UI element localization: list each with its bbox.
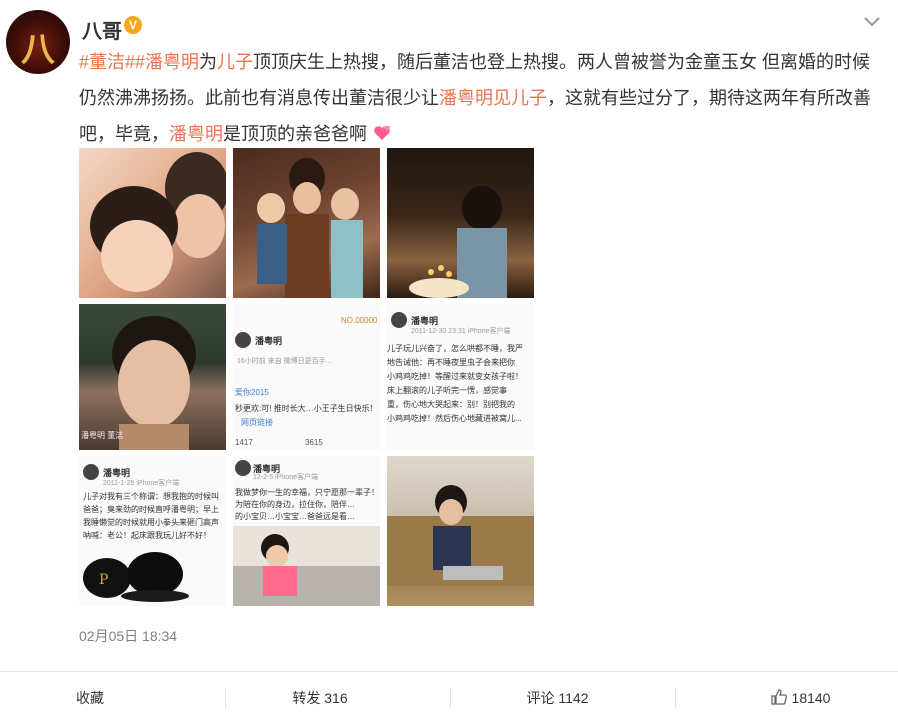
mini-avatar — [83, 464, 99, 480]
like-count: 18140 — [791, 690, 831, 706]
svg-text:P: P — [99, 572, 108, 588]
mini-avatar — [391, 312, 407, 328]
username[interactable]: 八哥 — [82, 15, 122, 44]
screenshot-repost-count: 1417 — [235, 438, 253, 447]
hashtag-link[interactable]: #潘粤明 — [135, 52, 199, 72]
action-separator — [450, 688, 451, 708]
screenshot-number: NO.00000 — [341, 316, 378, 325]
user-avatar[interactable]: 八 — [6, 10, 70, 74]
avatar-glyph: 八 — [21, 30, 55, 70]
screenshot-line: 小鸡鸡吃掉！然后伤心地藏进被窝儿... — [387, 414, 522, 423]
screenshot-line: 床上翻滚的儿子听完一愣，感觉事 — [387, 386, 507, 395]
caps-image: P — [83, 552, 189, 602]
photo-art — [409, 186, 507, 298]
post-timestamp[interactable]: 02月05日 18:34 — [79, 626, 177, 646]
toddler-image — [233, 526, 380, 606]
screenshot-meta: 16小时前 来自 微博日更百手... — [237, 358, 332, 365]
favorite-button[interactable]: 收藏 — [0, 678, 180, 718]
screenshot-username: 潘粤明 — [255, 336, 283, 346]
photo-art — [387, 485, 534, 586]
action-separator — [225, 688, 226, 708]
mini-avatar — [235, 332, 251, 348]
screenshot-meta: 2011-1-25 iPhone客户端 — [103, 480, 180, 487]
photo-boy-portrait[interactable]: 潘粤明 董洁 — [79, 304, 226, 450]
hashtag-link[interactable]: #董洁# — [79, 52, 135, 72]
photo-boy-on-sofa[interactable] — [387, 456, 534, 606]
screenshot-line: 地告诫他：再不睡夜里虫子会来把你 — [387, 358, 515, 367]
keyword-link[interactable]: 儿子 — [217, 52, 253, 72]
repost-button[interactable]: 转发 316 — [230, 678, 410, 718]
chevron-down-icon[interactable] — [862, 14, 882, 30]
action-separator — [675, 688, 676, 708]
screenshot-line: 秒更欢:可! 推时长大…小王子生日快乐！ — [235, 404, 378, 413]
screenshot-meta: 2011-12-30 23:31 iPhone客户端 — [411, 328, 511, 335]
comment-button[interactable]: 评论 1142 — [455, 678, 660, 718]
photo-birthday-cake[interactable] — [387, 148, 534, 298]
screenshot-line: 网页链接 — [241, 418, 273, 427]
screenshot-meta: 12-2-5 iPhone客户端 — [253, 474, 318, 481]
screenshot-line: 爱你2015 — [235, 388, 269, 397]
photo-weibo-screenshot-3[interactable]: 潘粤明 2011-1-25 iPhone客户端 儿子对我有三个称谓：想我抱的时候… — [79, 456, 226, 606]
screenshot-line: 儿子对我有三个称谓：想我抱的时候叫 — [83, 492, 219, 501]
mini-avatar — [235, 460, 251, 476]
screenshot-line: 重，伤心地大哭起来：别！别把我的 — [387, 400, 515, 409]
screenshot-line: 我睡懒觉的时候就用小拳头来砸门高声 — [83, 518, 219, 527]
photo-weibo-screenshot-2[interactable]: 潘粤明 2011-12-30 23:31 iPhone客户端 儿子玩儿兴奋了，怎… — [387, 304, 534, 450]
screenshot-line: 呐喊：老公！起床跟我玩儿好不好！ — [83, 531, 211, 540]
screenshot-line: 小鸡鸡吃掉！等醒过来就变女孩子啦！ — [387, 372, 523, 381]
like-button[interactable]: 18140 — [740, 678, 860, 718]
thumbs-up-icon — [770, 689, 787, 705]
keyword-link[interactable]: 潘粤明见儿子 — [439, 88, 547, 108]
photo-caption: 潘粤明 董洁 — [81, 431, 124, 440]
photo-art — [112, 316, 196, 450]
photo-art — [257, 158, 363, 298]
screenshot-comment-count: 3615 — [305, 438, 323, 447]
photo-art — [90, 152, 226, 292]
photo-weibo-screenshot-4[interactable]: 潘粤明 12-2-5 iPhone客户端 我做梦你一生的幸福，只宁愿那一辈子！ … — [233, 456, 380, 606]
photo-mother-son[interactable] — [79, 148, 226, 298]
screenshot-line: 的小宝贝…小宝宝…爸爸远是看… — [235, 512, 355, 521]
hearts-emoji-icon — [374, 125, 391, 140]
verified-badge-icon: V — [124, 16, 142, 34]
photo-weibo-screenshot-1[interactable]: NO.00000 潘粤明 16小时前 来自 微博日更百手... 爱你2015 秒… — [233, 304, 380, 450]
photo-family-costume[interactable] — [233, 148, 380, 298]
screenshot-line: 爸爸；臭来劲的时候直呼潘粤明；早上 — [83, 505, 219, 514]
keyword-link[interactable]: 潘粤明 — [169, 124, 223, 144]
post-text: #董洁##潘粤明为儿子顶顶庆生上热搜，随后董洁也登上热搜。两人曾被誉为金童玉女 … — [79, 44, 879, 152]
post-text-segment: 为 — [199, 52, 218, 72]
post-text-segment: 是顶顶的亲爸爸啊 — [223, 124, 367, 144]
screenshot-line: 儿子玩儿兴奋了，怎么哄都不睡，我严 — [387, 344, 523, 353]
action-bar-divider — [0, 671, 898, 672]
